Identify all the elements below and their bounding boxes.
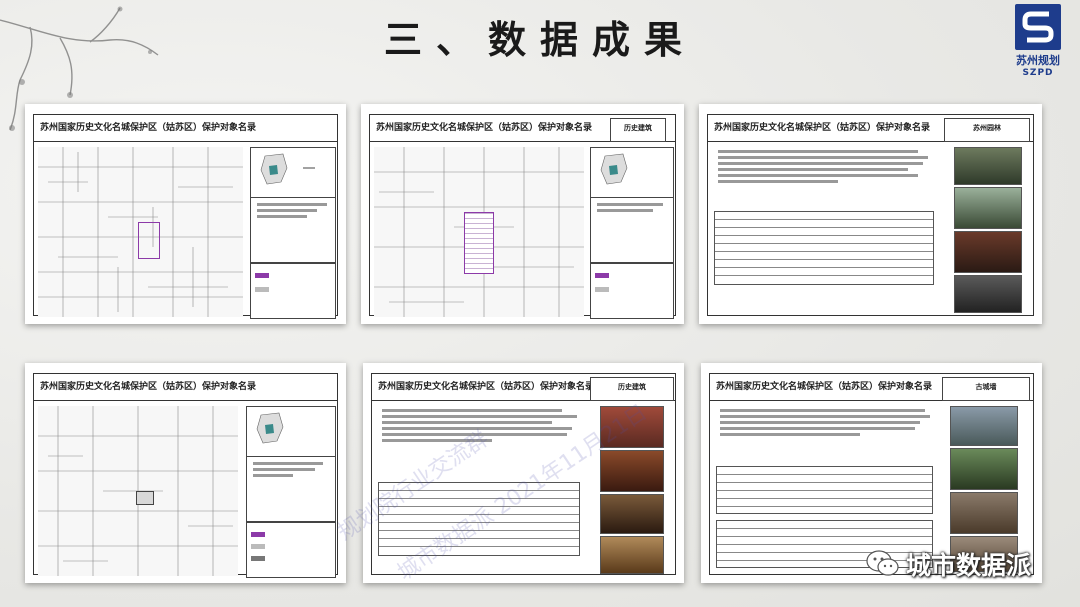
description-box — [590, 197, 674, 263]
highlight-boundary — [138, 222, 160, 259]
photo-3 — [954, 231, 1022, 273]
location-inset — [590, 147, 674, 198]
text-block — [716, 406, 934, 466]
szpd-logo: 苏州规划 SZPD — [1006, 4, 1070, 84]
result-card-map-2[interactable]: 苏州国家历史文化名城保护区（姑苏区）保护对象名录 历史建筑 — [361, 104, 684, 324]
photo-2 — [950, 448, 1018, 490]
photo-3 — [600, 494, 664, 534]
logo-cn-text: 苏州规划 — [1016, 54, 1060, 67]
map-area — [38, 147, 243, 317]
result-card-map-3[interactable]: 苏州国家历史文化名城保护区（姑苏区）保护对象名录 — [25, 363, 346, 583]
sheet-frame: 苏州国家历史文化名城保护区（姑苏区）保护对象名录 苏州园林 — [707, 114, 1034, 316]
description-box — [250, 197, 336, 263]
photo-1 — [950, 406, 1018, 446]
wechat-icon — [866, 550, 899, 576]
wechat-account-badge: 城市数据派 — [866, 544, 1031, 584]
sheet-title: 苏州国家历史文化名城保护区（姑苏区）保护对象名录 — [40, 382, 257, 392]
sheet-frame: 苏州国家历史文化名城保护区（姑苏区）保护对象名录 — [33, 114, 338, 319]
map-area — [38, 406, 238, 576]
legend-box — [250, 263, 336, 319]
photo-2 — [600, 450, 664, 492]
legend-box — [590, 263, 674, 319]
photo-1 — [954, 147, 1022, 185]
text-block — [714, 147, 934, 207]
photo-4 — [954, 275, 1022, 313]
sheet-title: 苏州国家历史文化名城保护区（姑苏区）保护对象名录 — [714, 123, 931, 133]
sheet-side-label: 历史建筑 — [610, 118, 666, 142]
highlight-boundary — [136, 491, 154, 505]
legend-box — [246, 522, 336, 578]
photo-4 — [600, 536, 664, 574]
sheet-frame: 苏州国家历史文化名城保护区（姑苏区）保护对象名录 历史建筑 — [369, 114, 676, 319]
attribute-table — [714, 211, 934, 285]
sheet-title: 苏州国家历史文化名城保护区（姑苏区）保护对象名录 — [716, 382, 933, 392]
szpd-logo-mark — [1015, 4, 1061, 50]
sheet-side-label: 古城墙 — [942, 377, 1030, 401]
photo-2 — [954, 187, 1022, 229]
sheet-side-label: 苏州园林 — [944, 118, 1030, 142]
highlight-boundary — [464, 212, 494, 274]
result-card-garden[interactable]: 苏州国家历史文化名城保护区（姑苏区）保护对象名录 苏州园林 — [699, 104, 1042, 324]
sheet-title: 苏州国家历史文化名城保护区（姑苏区）保护对象名录 — [378, 382, 595, 392]
logo-en-text: SZPD — [1022, 68, 1054, 78]
sheet-title: 苏州国家历史文化名城保护区（姑苏区）保护对象名录 — [40, 123, 257, 133]
result-card-map-1[interactable]: 苏州国家历史文化名城保护区（姑苏区）保护对象名录 — [25, 104, 346, 324]
wechat-account-name: 城市数据派 — [906, 551, 1032, 580]
location-inset — [250, 147, 336, 198]
location-inset — [246, 406, 336, 457]
sheet-frame: 苏州国家历史文化名城保护区（姑苏区）保护对象名录 — [33, 373, 338, 578]
photo-3 — [950, 492, 1018, 534]
map-area — [374, 147, 584, 317]
page-title: 三、数据成果 — [383, 17, 696, 62]
sheet-title: 苏州国家历史文化名城保护区（姑苏区）保护对象名录 — [376, 123, 593, 133]
attribute-table — [716, 466, 933, 514]
description-box — [246, 456, 336, 522]
